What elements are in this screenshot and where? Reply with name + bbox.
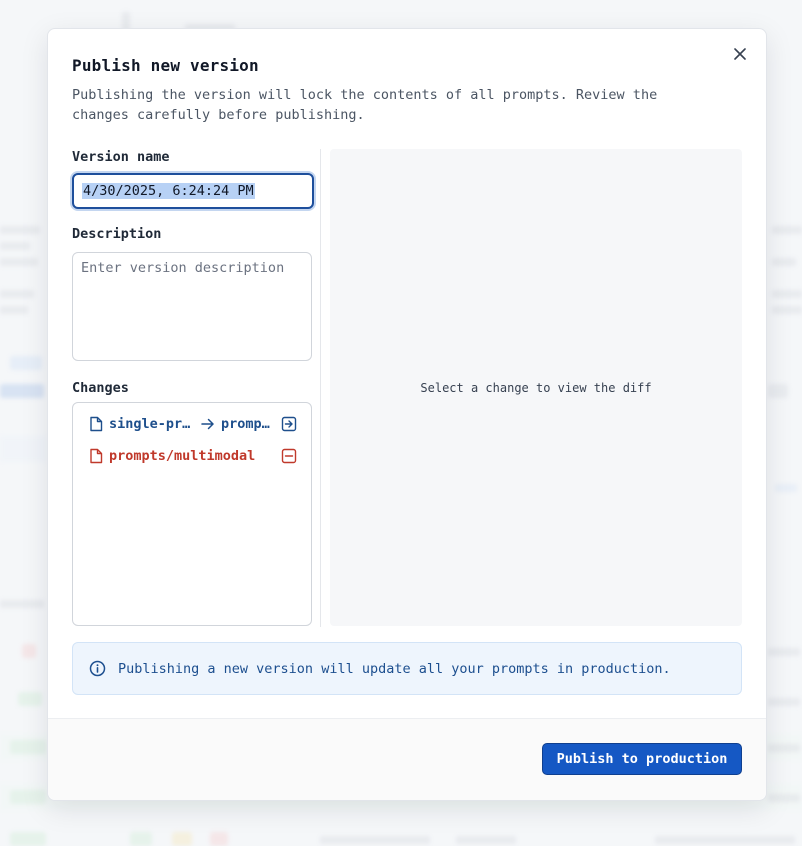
change-from-path: single-prompt bbox=[109, 416, 195, 432]
dialog-title: Publish new version bbox=[72, 56, 259, 75]
change-deleted-path: prompts/multimodal bbox=[109, 448, 256, 464]
file-icon bbox=[90, 448, 103, 464]
change-to-path: prompts bbox=[221, 416, 275, 432]
change-item-renamed[interactable]: single-prompt prompts bbox=[89, 413, 297, 435]
close-icon bbox=[734, 48, 746, 60]
changes-list: single-prompt prompts prompts/multimo bbox=[72, 402, 312, 626]
diff-viewer: Select a change to view the diff bbox=[330, 149, 742, 626]
info-banner: Publishing a new version will update all… bbox=[72, 642, 742, 695]
dialog-footer: Publish to production bbox=[48, 718, 766, 800]
version-name-label: Version name bbox=[72, 149, 170, 165]
publish-to-production-button[interactable]: Publish to production bbox=[542, 743, 742, 775]
description-textarea[interactable] bbox=[72, 252, 312, 361]
arrow-right-icon bbox=[201, 418, 217, 430]
column-divider bbox=[320, 149, 321, 627]
info-icon bbox=[89, 660, 106, 677]
description-label: Description bbox=[72, 226, 162, 242]
change-item-deleted[interactable]: prompts/multimodal bbox=[89, 445, 297, 467]
publish-version-dialog: Publish new version Publishing the versi… bbox=[47, 28, 767, 801]
deleted-icon bbox=[281, 448, 297, 464]
file-icon bbox=[90, 416, 103, 432]
rename-icon bbox=[281, 416, 297, 432]
form-column: Version name 4/30/2025, 6:24:24 PM Descr… bbox=[72, 149, 314, 626]
version-name-value: 4/30/2025, 6:24:24 PM bbox=[82, 183, 255, 199]
changes-label: Changes bbox=[72, 380, 129, 396]
version-name-input[interactable]: 4/30/2025, 6:24:24 PM bbox=[72, 173, 314, 209]
info-banner-text: Publishing a new version will update all… bbox=[118, 660, 671, 677]
dialog-subtitle: Publishing the version will lock the con… bbox=[72, 87, 658, 123]
close-button[interactable] bbox=[731, 45, 749, 63]
diff-empty-hint: Select a change to view the diff bbox=[420, 380, 652, 395]
